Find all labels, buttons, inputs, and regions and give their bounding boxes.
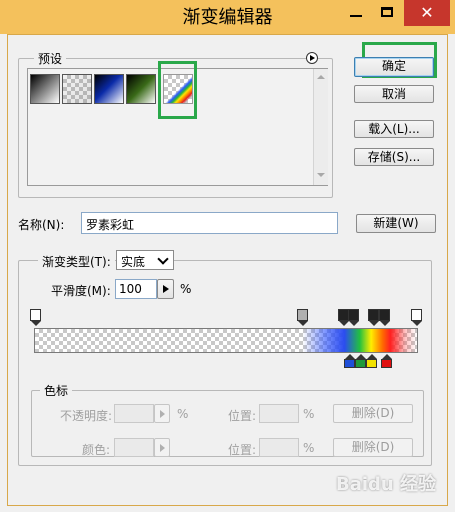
opacity-stop[interactable] <box>368 309 379 326</box>
color-stop-green[interactable] <box>355 354 366 368</box>
opacity-input[interactable] <box>114 404 154 423</box>
position-input-opacity[interactable] <box>259 404 299 423</box>
gradient-type-label: 渐变类型(T): <box>38 253 115 270</box>
position-unit-color: % <box>303 441 315 455</box>
position-label-opacity: 位置: <box>228 409 257 423</box>
opacity-stop[interactable] <box>297 309 308 326</box>
gradient-type-select[interactable]: 实底 <box>116 250 174 270</box>
preset-black-blue-white[interactable] <box>94 74 124 104</box>
opacity-unit: % <box>177 407 189 421</box>
delete-color-stop-button[interactable]: 删除(D) <box>333 438 413 457</box>
smoothness-label: 平滑度(M): <box>51 284 111 298</box>
color-stop-red[interactable] <box>381 354 392 368</box>
preset-black-green-white[interactable] <box>126 74 156 104</box>
close-icon: ✕ <box>420 3 434 22</box>
color-stops-group-label: 色标 <box>40 382 73 399</box>
watermark: Baidu 经验 <box>336 474 437 495</box>
opacity-stop[interactable] <box>348 309 359 326</box>
name-input[interactable]: 罗素彩虹 <box>81 212 338 234</box>
opacity-stop[interactable] <box>411 309 422 326</box>
ok-button[interactable]: 确定 <box>354 57 434 77</box>
chevron-down-icon <box>157 253 169 265</box>
presets-menu-icon[interactable] <box>306 52 318 64</box>
color-stop-blue[interactable] <box>344 354 355 368</box>
smoothness-unit: % <box>180 282 192 296</box>
arrow-right-icon <box>160 410 165 418</box>
presets-scrollbar[interactable] <box>313 69 328 185</box>
color-stop-yellow[interactable] <box>366 354 377 368</box>
color-swatch[interactable] <box>114 438 154 457</box>
gradient-type-value: 实底 <box>121 255 146 269</box>
opacity-stop[interactable] <box>379 309 390 326</box>
smoothness-input[interactable]: 100 <box>115 279 157 299</box>
close-button[interactable]: ✕ <box>404 0 450 26</box>
color-menu-button[interactable] <box>154 438 170 457</box>
smoothness-slider-button[interactable] <box>157 279 174 299</box>
delete-opacity-stop-button[interactable]: 删除(D) <box>333 404 413 423</box>
position-input-color[interactable] <box>259 438 299 457</box>
new-button[interactable]: 新建(W) <box>356 214 436 233</box>
highlight-box-preset <box>158 61 197 119</box>
preset-foreground-to-transparent[interactable] <box>62 74 92 104</box>
save-button[interactable]: 存储(S)... <box>354 148 434 166</box>
arrow-right-icon <box>160 444 165 452</box>
position-label-color: 位置: <box>228 443 257 457</box>
opacity-slider-button[interactable] <box>154 404 170 423</box>
maximize-button[interactable] <box>372 0 404 26</box>
arrow-right-icon <box>163 285 169 293</box>
position-unit-opacity: % <box>303 407 315 421</box>
name-label: 名称(N): <box>18 218 65 232</box>
cancel-button[interactable]: 取消 <box>354 85 434 103</box>
opacity-stop[interactable] <box>30 309 41 326</box>
minimize-button[interactable] <box>340 0 372 26</box>
preset-foreground-to-background[interactable] <box>30 74 60 104</box>
load-button[interactable]: 载入(L)... <box>354 120 434 138</box>
opacity-label: 不透明度: <box>60 409 113 423</box>
presets-group-label: 预设 <box>34 50 67 67</box>
gradient-preview-bar[interactable] <box>34 328 418 353</box>
color-label: 颜色: <box>82 443 111 457</box>
